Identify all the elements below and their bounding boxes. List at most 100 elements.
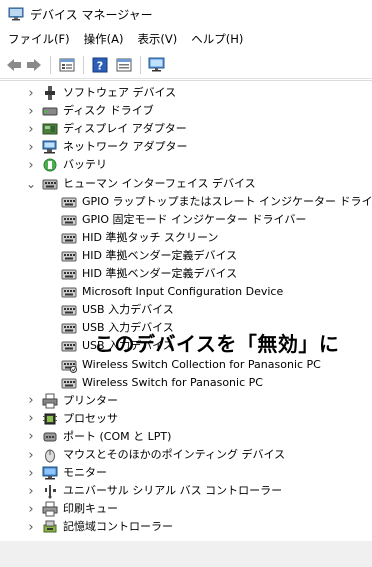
print-queue-icon [42,501,58,517]
device-tree[interactable]: › ソフトウェア デバイス › ディスク ドライブ › ディスプレイ アダプター › ネットワ… [0,80,372,542]
category-usb-controller[interactable]: › ユニバーサル シリアル バス コントローラー [0,482,372,500]
window-title: デバイス マネージャー [30,7,153,22]
category-disk-drive[interactable]: › ディスク ドライブ [0,102,372,120]
back-arrow-icon[interactable] [4,55,24,75]
toolbar: ? [0,52,372,79]
category-battery[interactable]: › バッテリ [0,156,372,174]
category-hid-label: ヒューマン インターフェイス デバイス [63,176,256,190]
category-network-adapter-label: ネットワーク アダプター [63,140,188,154]
expand-arrow-icon[interactable]: › [26,500,36,518]
expand-arrow-icon[interactable]: › [26,138,36,156]
hid-device-item-label: Wireless Switch for Panasonic PC [82,375,263,389]
hid-device-icon [61,305,77,316]
expand-arrow-icon[interactable]: › [26,518,36,536]
expand-arrow-icon[interactable]: › [26,464,36,482]
category-print-queue-label: 印刷キュー [63,502,118,516]
monitor-scan-icon[interactable] [147,55,167,75]
hid-device-item-label: Microsoft Input Configuration Device [82,285,284,299]
hid-device-item[interactable]: USB 入力デバイス [0,301,372,319]
toolbar-separator [140,56,141,74]
hid-device-icon [61,215,77,226]
forward-arrow-icon[interactable] [24,55,44,75]
menu-bar: ファイル(F) 操作(A) 表示(V) ヘルプ(H) [0,28,372,50]
category-printer[interactable]: › プリンター [0,392,372,410]
title-bar: デバイス マネージャー [0,0,372,28]
expand-arrow-icon[interactable]: › [26,482,36,500]
category-port[interactable]: › ポート (COM と LPT) [0,428,372,446]
hid-device-item[interactable]: Wireless Switch Collection for Panasonic… [0,356,372,374]
printer-icon [42,393,58,409]
category-mouse[interactable]: › マウスとそのほかのポインティング デバイス [0,446,372,464]
expand-arrow-icon[interactable]: › [26,392,36,410]
hid-device-item-label: USB 入力デバイス [82,303,174,317]
category-battery-label: バッテリ [63,158,107,172]
expand-arrow-icon[interactable]: › [26,120,36,138]
menu-action[interactable]: 操作(A) [77,31,131,47]
category-processor[interactable]: › プロセッサ [0,410,372,428]
hid-device-item-label: GPIO ラップトップまたはスレート インジケーター ドライバー [82,194,372,208]
hid-device-item[interactable]: Microsoft Input Configuration Device [0,283,372,301]
hid-device-icon [61,360,77,373]
expand-arrow-icon[interactable]: › [26,446,36,464]
hid-device-icon [61,251,77,262]
hid-device-item[interactable]: HID 準拠タッチ スクリーン [0,229,372,247]
hid-device-item-label: Wireless Switch Collection for Panasonic… [82,357,321,371]
category-print-queue[interactable]: › 印刷キュー [0,500,372,518]
annotation-text: このデバイスを「無効」に [94,332,340,356]
monitor-icon [42,466,58,480]
category-display-adapter-label: ディスプレイ アダプター [63,122,187,136]
toolbar-separator [50,56,51,74]
hid-device-item[interactable]: GPIO 固定モード インジケーター ドライバー [0,211,372,229]
category-display-adapter[interactable]: › ディスプレイ アダプター [0,120,372,138]
software-device-icon [45,86,55,100]
storage-controller-icon [43,520,57,533]
expand-arrow-icon[interactable]: › [26,102,36,120]
category-disk-drive-label: ディスク ドライブ [63,104,154,118]
hid-device-item-label: GPIO 固定モード インジケーター ドライバー [82,212,307,226]
hid-device-item-label: HID 準拠ベンダー定義デバイス [82,248,238,262]
expand-arrow-icon[interactable]: › [26,156,36,174]
expand-arrow-icon[interactable]: › [26,428,36,446]
category-hid[interactable]: ⌄ ヒューマン インターフェイス デバイス [0,175,372,193]
collapse-arrow-icon[interactable]: ⌄ [26,175,36,193]
help-icon[interactable]: ? [90,55,110,75]
hid-icon [42,179,58,189]
category-storage-controller-label: 記憶域コントローラー [63,520,173,534]
menu-help[interactable]: ヘルプ(H) [184,31,250,47]
menu-view[interactable]: 表示(V) [130,31,184,47]
show-hidden-icon[interactable] [114,55,134,75]
category-software-device-label: ソフトウェア デバイス [63,86,177,99]
hid-device-item[interactable]: HID 準拠ベンダー定義デバイス [0,265,372,283]
device-manager-icon [8,7,24,21]
expand-arrow-icon[interactable]: › [26,84,36,102]
hid-device-icon [61,378,77,389]
category-network-adapter[interactable]: › ネットワーク アダプター [0,138,372,156]
network-adapter-icon [42,140,57,154]
toolbar-separator [83,56,84,74]
category-port-label: ポート (COM と LPT) [63,429,172,443]
hid-device-icon [61,197,77,208]
hid-device-icon [61,269,77,280]
expand-arrow-icon[interactable]: › [26,410,36,428]
processor-icon [43,413,57,425]
category-storage-controller[interactable]: › 記憶域コントローラー [0,518,372,536]
category-monitor[interactable]: › モニター [0,464,372,482]
category-printer-label: プリンター [63,393,118,407]
hid-device-icon [61,287,77,298]
display-adapter-icon [42,123,58,135]
disk-drive-icon [42,107,58,116]
battery-icon [43,158,57,172]
category-software-device[interactable]: › ソフトウェア デバイス [0,84,372,102]
category-monitor-label: モニター [63,466,107,480]
hid-device-item[interactable]: GPIO ラップトップまたはスレート インジケーター ドライバー [0,193,372,211]
hid-device-item[interactable]: HID 準拠ベンダー定義デバイス [0,247,372,265]
hid-device-icon [61,323,77,334]
category-usb-controller-label: ユニバーサル シリアル バス コントローラー [63,484,283,498]
properties-icon[interactable] [57,55,77,75]
hid-device-icon [61,233,77,244]
menu-file[interactable]: ファイル(F) [0,31,77,47]
status-bar [0,541,372,567]
mouse-icon [45,449,55,463]
category-processor-label: プロセッサ [63,411,118,425]
hid-device-item[interactable]: Wireless Switch for Panasonic PC [0,374,372,392]
